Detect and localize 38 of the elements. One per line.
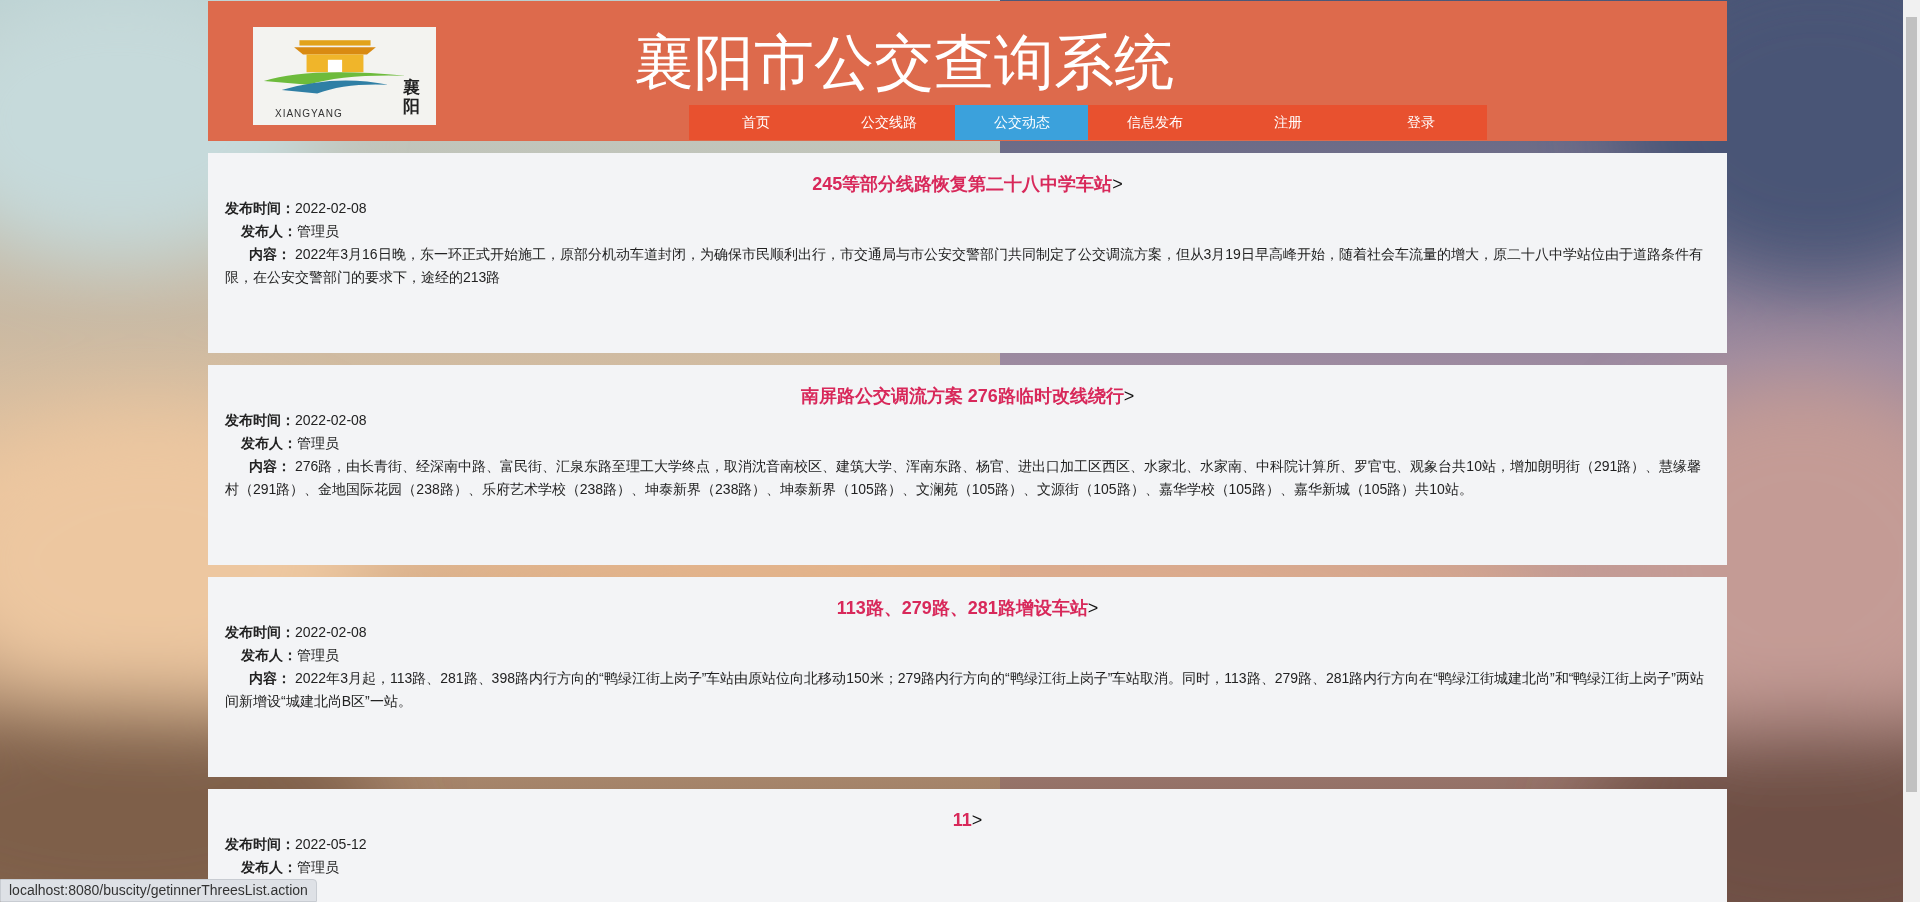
logo-wordmark: XIANGYANG [275,108,343,119]
publisher-name: 管理员 [297,223,339,239]
news-title-link[interactable]: 11 [952,810,972,830]
field-label: 发布人： [241,858,297,877]
field-label: 发布人： [241,646,297,665]
news-title-link[interactable]: 113路、279路、281路增设车站 [836,598,1088,618]
content-paragraph: 内容： 2022年3月16日晚，东一环正式开始施工，原部分机动车道封闭，为确保市民顺利出行，市交通局与市公安交警部门共同制定了公交调流方案，但从3月19日早高峰开始，随着社会车流量的增大，原二十八中学站位由于道路条件有限，在公安交警部门的要求下，途经的213路 [225,245,1704,287]
arrow-sign: > [1087,598,1099,618]
site-title: 襄阳市公交查询系统 [634,28,1175,98]
news-title-link[interactable]: 南屏路公交调流方案 276路临时改线绕行 [800,386,1124,406]
field-label: 发布时间： [225,623,295,642]
nav-tab[interactable]: 登录 [1354,105,1487,140]
logo-characters: 襄阳 [403,79,420,117]
arrow-sign: > [971,810,983,830]
arrow-sign: > [1112,174,1123,194]
arrow-sign: > [1123,386,1135,406]
field-label: 发布时间： [225,411,295,430]
field-label: 发布人： [241,222,297,241]
field-label: 发布时间： [225,835,295,854]
publish-date: 2022-02-08 [295,200,367,216]
status-bar-url: localhost:8080/buscity/getinnerThreesList.action [0,879,317,902]
news-title-link[interactable]: 245等部分线路恢复第二十八中学车站 [812,174,1113,194]
scrollbar[interactable] [1903,0,1920,902]
publish-date: 2022-02-08 [295,412,367,428]
nav-tab[interactable]: 首页 [689,105,822,140]
nav-tab[interactable]: 公交动态 [955,105,1088,140]
publisher-name: 管理员 [297,859,339,875]
publisher-name: 管理员 [297,647,339,663]
publish-date: 2022-02-08 [295,624,367,640]
nav-tab[interactable]: 公交线路 [822,105,955,140]
publish-date: 2022-05-12 [295,836,367,852]
field-label: 发布时间： [225,199,295,218]
content-paragraph: 内容： 2022年3月起，113路、281路、398路内行方向的“鸭绿江街上岗子”车站由原站位向北移动150米；279路内行方向的“鸭绿江街上岗子”车站取消。同时，113路、279路、281路内行方向在“鸭绿江街城建北尚”和“鸭绿江街上岗子”两站间新增设“城建北尚B区”一站。 [225,669,1706,711]
field-label: 发布人： [241,434,297,453]
nav-tab[interactable]: 注册 [1221,105,1354,140]
content-paragraph: 内容： 276路，由长青街、经深南中路、富民街、汇泉东路至理工大学终点，取消沈音南校区、建筑大学、浑南东路、杨官、进出口加工区西区、水家北、水家南、中科院计算所、罗官屯、观象台共10站，增加朗明街（291路）、慧缘馨村（291路）、金地国际花园（238路）、乐府艺术学校（238路）、坤泰新界（238路）、坤泰新界（105路）、文澜苑（105路）、文源街（105路）、嘉华学校（105路）、嘉华新城（105路）共10站。 [225,457,1703,499]
publisher-name: 管理员 [297,435,339,451]
nav-tab[interactable]: 信息发布 [1088,105,1221,140]
